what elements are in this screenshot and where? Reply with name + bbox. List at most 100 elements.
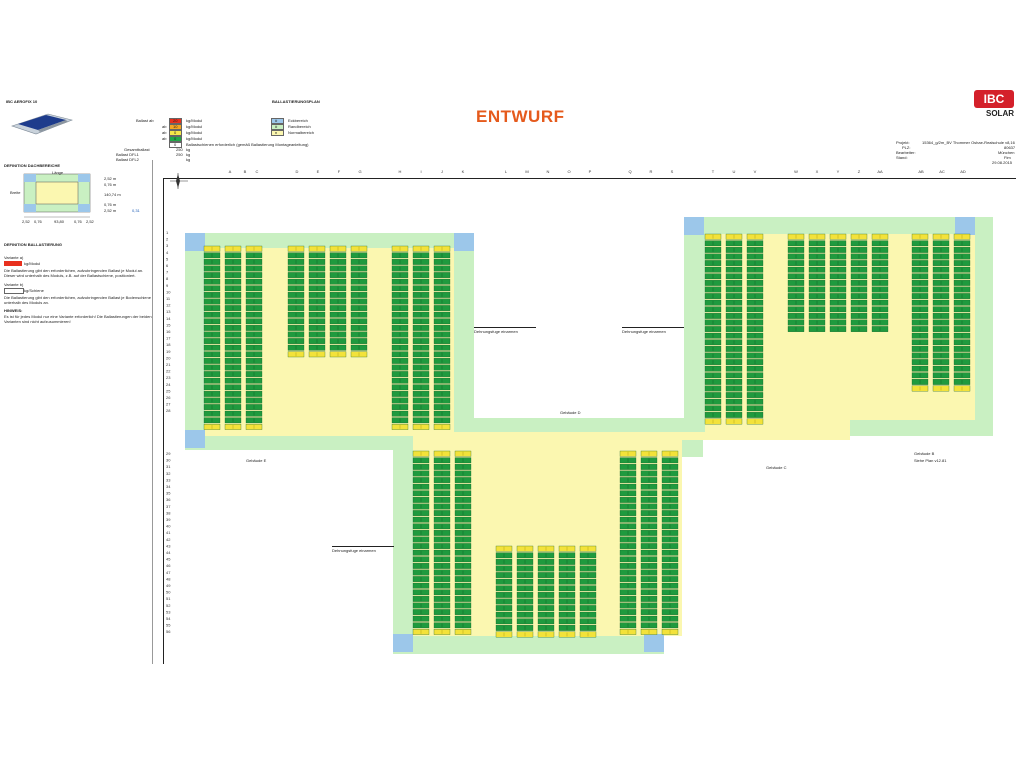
row-number: 52 [166,603,171,608]
column-header: AB [918,169,924,174]
column-header: V [754,169,757,174]
row-number: 38 [166,510,171,515]
column-header: P [589,169,592,174]
column-header: AD [960,169,966,174]
column-header: E [317,169,320,174]
dehnungsfuge-line-1 [474,327,536,328]
row-number: 41 [166,530,171,535]
row-number: 14 [166,316,171,321]
column-header: Y [837,169,840,174]
corner-zone-2 [684,217,704,235]
column-header: B [244,169,247,174]
row-number: 49 [166,583,171,588]
column-header: F [338,169,341,174]
row-number: 55 [166,623,171,628]
label-gebaeude-c: Gebäude C [766,465,787,470]
row-number: 42 [166,537,171,542]
column-header: W [794,169,798,174]
row-number: 2 [166,237,169,242]
row-number: 36 [166,497,171,502]
row-number: 35 [166,491,171,496]
roof-plan: A B C D E F G H I J K L M N O P Q R S T U V W X Y Z AA AB AC AD123456… [166,169,993,654]
row-number: 15 [166,322,171,327]
column-header: AA [877,169,883,174]
column-header: U [733,169,736,174]
column-header: N [547,169,550,174]
row-number: 40 [166,524,171,529]
corner-zone-0 [185,233,205,251]
row-number: 29 [166,451,171,456]
row-number: 27 [166,402,171,407]
corner-zone-4 [185,430,205,448]
row-number: 47 [166,570,171,575]
row-number: 7 [166,270,169,275]
row-number: 21 [166,362,171,367]
column-header: X [816,169,819,174]
row-number: 25 [166,388,171,393]
row-number: 9 [166,283,169,288]
row-number: 30 [166,458,171,463]
row-number: 53 [166,609,171,614]
row-number: 26 [166,395,171,400]
row-number: 33 [166,477,171,482]
row-number: 16 [166,329,171,334]
row-number: 13 [166,309,171,314]
row-number: 18 [166,342,171,347]
row-number: 19 [166,349,171,354]
row-number: 32 [166,471,171,476]
corner-zone-6 [644,634,664,652]
row-number: 39 [166,517,171,522]
column-header: C [256,169,259,174]
row-number: 22 [166,369,171,374]
label-plan-ref: Siehe Plan v12.81 [914,458,947,463]
column-header: Z [858,169,861,174]
column-header: G [358,169,361,174]
row-number: 23 [166,375,171,380]
column-header: I [420,169,421,174]
column-header: S [671,169,674,174]
column-header: R [650,169,653,174]
row-number: 1 [166,230,169,235]
column-header: H [399,169,402,174]
row-number: 5 [166,256,169,261]
row-number: 8 [166,276,169,281]
label-gebaeude-b: Gebäude B [914,451,935,456]
row-number: 54 [166,616,171,621]
row-number: 34 [166,484,171,489]
row-number: 45 [166,557,171,562]
dehnungsfuge-line-2 [622,327,684,328]
column-header: Q [628,169,631,174]
label-gebaeude-e: Gebäude E [246,458,267,463]
corner-zone-3 [955,217,975,235]
label-dehnungsfuge-2: Dehnungsfuge einarmen [622,329,666,334]
label-dehnungsfuge-3: Dehnungsfuge einarmen [332,548,376,553]
row-number: 48 [166,576,171,581]
row-number: 10 [166,289,171,294]
row-number: 43 [166,543,171,548]
corner-zone-1 [454,233,474,251]
column-header: L [505,169,508,174]
dehnungsfuge-line-3 [332,546,394,547]
row-number: 44 [166,550,171,555]
column-header: T [712,169,715,174]
column-header: M [525,169,528,174]
column-header: A [229,169,232,174]
row-number: 50 [166,590,171,595]
row-number: 12 [166,303,171,308]
row-number: 28 [166,408,171,413]
row-number: 3 [166,243,169,248]
row-number: 4 [166,250,169,255]
row-number: 6 [166,263,169,268]
row-number: 11 [166,296,171,301]
column-header: AC [939,169,945,174]
row-number: 31 [166,464,171,469]
row-number: 20 [166,355,171,360]
row-number: 37 [166,504,171,509]
column-header: O [567,169,570,174]
column-header: D [296,169,299,174]
corner-zone-5 [393,634,413,652]
row-number: 56 [166,629,171,634]
row-number: 24 [166,382,171,387]
column-header: J [441,169,443,174]
row-number: 46 [166,563,171,568]
